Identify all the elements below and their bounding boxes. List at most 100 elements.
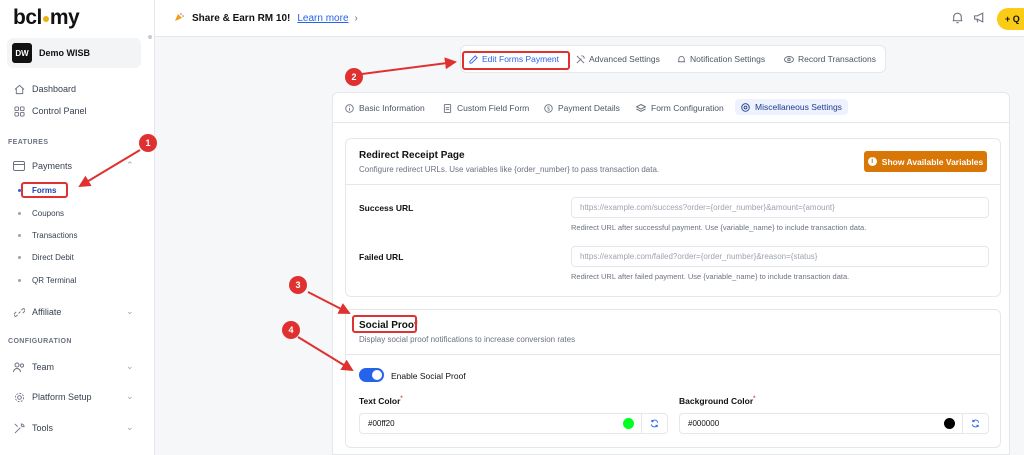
tab-notification-settings[interactable]: Notification Settings	[677, 54, 765, 64]
subtab-form-configuration[interactable]: Form Configuration	[636, 103, 724, 113]
sidebar-item-label: Affiliate	[32, 307, 62, 317]
divider	[346, 354, 1000, 355]
sidebar-item-label: Tools	[32, 423, 54, 433]
tools-icon	[13, 422, 25, 434]
tab-advanced-settings[interactable]: Advanced Settings	[576, 54, 660, 64]
promo-banner: Share & Earn RM 10! Learn more ›	[174, 12, 358, 25]
info-icon	[345, 103, 354, 113]
users-icon	[13, 361, 25, 373]
card-subtitle: Configure redirect URLs. Use variables l…	[359, 165, 660, 174]
grid-icon	[13, 105, 25, 117]
redirect-receipt-card: Redirect Receipt Page Configure redirect…	[345, 138, 1001, 297]
plus-icon: +	[1005, 14, 1011, 24]
annotation-badge-3: 3	[289, 276, 307, 294]
section-label-features: FEATURES	[8, 139, 49, 146]
info-icon: i	[867, 157, 877, 166]
background-color-value: #000000	[688, 419, 720, 428]
chevron-down-icon: ⌄	[126, 422, 134, 432]
top-bar: Share & Earn RM 10! Learn more › + Q	[155, 0, 1024, 37]
section-label-configuration: CONFIGURATION	[8, 338, 72, 345]
highlight-forms	[21, 182, 68, 198]
chevron-right-icon: ›	[354, 13, 358, 24]
annotation-badge-1: 1	[139, 134, 157, 152]
toggle-label: Enable Social Proof	[391, 371, 466, 381]
eye-icon	[784, 55, 794, 63]
sidebar-item-dashboard[interactable]: Dashboard	[13, 83, 76, 95]
settings-panel: Basic Information Custom Field Form $ Pa…	[332, 92, 1010, 455]
social-proof-card: Social Proof Display social proof notifi…	[345, 309, 1001, 448]
social-proof-toggle[interactable]	[359, 368, 384, 382]
highlight-social-proof	[352, 315, 417, 333]
svg-text:$: $	[547, 106, 550, 112]
document-icon	[443, 103, 452, 113]
bell-icon[interactable]	[951, 11, 965, 25]
success-url-input[interactable]: https://example.com/success?order={order…	[571, 197, 989, 218]
subtab-payment-details[interactable]: $ Payment Details	[544, 103, 620, 113]
chevron-up-icon: ⌃	[126, 160, 134, 170]
sidebar-item-control-panel[interactable]: Control Panel	[13, 105, 87, 117]
show-variables-button[interactable]: i Show Available Variables	[864, 151, 987, 172]
text-color-input[interactable]: #00ff20	[359, 413, 668, 434]
sidebar-collapse-handle[interactable]	[148, 35, 152, 39]
chevron-down-icon: ⌄	[126, 361, 134, 371]
party-icon	[174, 12, 184, 25]
subtab-basic-information[interactable]: Basic Information	[345, 103, 425, 113]
link-icon	[13, 306, 25, 318]
home-icon	[13, 83, 25, 95]
logo[interactable]: bcl my	[13, 6, 80, 30]
sub-tabs: Basic Information Custom Field Form $ Pa…	[333, 93, 1009, 123]
tab-record-transactions[interactable]: Record Transactions	[784, 54, 876, 64]
sidebar-item-label: Platform Setup	[32, 392, 92, 402]
layers-icon	[636, 103, 646, 112]
failed-url-label: Failed URL	[359, 252, 404, 262]
sidebar-item-payments[interactable]: Payments ⌃	[13, 160, 134, 172]
refresh-icon[interactable]	[962, 414, 988, 433]
highlight-edit-forms-tab	[462, 51, 570, 70]
megaphone-icon[interactable]	[973, 11, 987, 25]
promo-text: Share & Earn RM 10!	[192, 13, 291, 24]
text-color-value: #00ff20	[368, 419, 395, 428]
settings-icon	[741, 102, 750, 112]
quick-action-button[interactable]: + Q	[997, 8, 1024, 30]
sidebar-item-team[interactable]: Team ⌄	[13, 361, 134, 373]
annotation-badge-2: 2	[345, 68, 363, 86]
success-url-label: Success URL	[359, 203, 414, 213]
sidebar-item-label: Control Panel	[32, 106, 87, 116]
sidebar-subitem-direct-debit[interactable]: Direct Debit	[18, 253, 74, 262]
background-color-input[interactable]: #000000	[679, 413, 989, 434]
sidebar-item-tools[interactable]: Tools ⌄	[13, 422, 134, 434]
org-name: Demo WISB	[39, 48, 91, 58]
subtab-custom-field-form[interactable]: Custom Field Form	[443, 103, 529, 113]
chevron-down-icon: ⌄	[126, 391, 134, 401]
gear-icon	[13, 391, 25, 403]
learn-more-link[interactable]: Learn more	[297, 13, 348, 24]
sidebar-item-affiliate[interactable]: Affiliate ⌄	[13, 306, 134, 318]
text-color-label: Text Color*	[359, 396, 403, 406]
chevron-down-icon: ⌄	[126, 306, 134, 316]
divider	[346, 184, 1000, 185]
sidebar-item-platform-setup[interactable]: Platform Setup ⌄	[13, 391, 134, 403]
color-swatch[interactable]	[944, 418, 955, 429]
card-subtitle: Display social proof notifications to in…	[359, 335, 576, 344]
bell-icon	[677, 55, 686, 62]
sidebar-item-label: Payments	[32, 161, 73, 171]
failed-url-input[interactable]: https://example.com/failed?order={order_…	[571, 246, 989, 267]
sidebar-subitem-transactions[interactable]: Transactions	[18, 231, 78, 240]
card-title: Redirect Receipt Page	[359, 150, 465, 161]
success-url-help: Redirect URL after successful payment. U…	[571, 223, 867, 232]
sidebar-item-label: Team	[32, 362, 55, 372]
background-color-label: Background Color*	[679, 396, 756, 406]
sidebar-subitem-qr-terminal[interactable]: QR Terminal	[18, 276, 76, 285]
sidebar: bcl my DW Demo WISB Dashboard Control Pan…	[0, 0, 155, 455]
annotation-badge-4: 4	[282, 321, 300, 339]
failed-url-help: Redirect URL after failed payment. Use {…	[571, 272, 850, 281]
tools-icon	[576, 54, 585, 63]
sidebar-subitem-coupons[interactable]: Coupons	[18, 209, 64, 218]
color-swatch[interactable]	[623, 418, 634, 429]
org-avatar: DW	[12, 43, 32, 63]
org-switcher[interactable]: DW Demo WISB	[7, 38, 141, 68]
credit-card-icon	[13, 160, 25, 172]
sidebar-item-label: Dashboard	[32, 84, 77, 94]
refresh-icon[interactable]	[641, 414, 667, 433]
subtab-miscellaneous-settings[interactable]: Miscellaneous Settings	[735, 99, 848, 115]
